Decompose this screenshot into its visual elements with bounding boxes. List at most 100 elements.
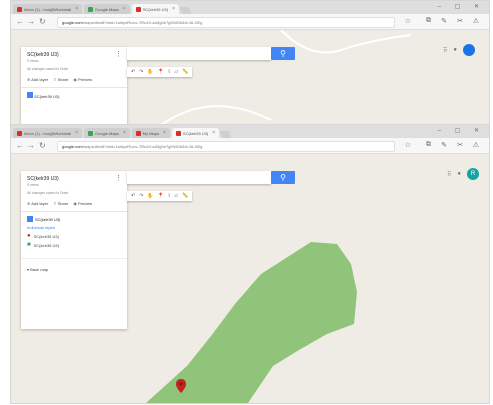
add-layer-label: Add layer [31,201,49,206]
share-button[interactable]: ⇪ Share [53,77,68,82]
tab-inbox[interactable]: Inbox (1) - hxxj@Workmail × [13,4,83,14]
tab-strip: Inbox (1) - hxxj@Workmail × Google Maps × … [11,1,489,14]
share-button[interactable]: ⇪ Share [53,201,68,206]
green-polygon-icon: ■ [27,242,31,248]
search-button[interactable]: ⚲ [271,171,295,184]
line-icon[interactable]: ⌇ [168,69,170,75]
undo-icon[interactable]: ↶ [131,193,135,199]
mymaps-icon [135,130,141,136]
window-controls[interactable]: – ▢ ✕ [438,3,485,10]
area-polygon[interactable] [146,242,357,403]
add-layer-button[interactable]: ⊕ Add layer [27,201,48,206]
add-layer-button[interactable]: ⊕ Add layer [27,77,48,82]
more-vert-icon[interactable]: ⋮ [115,51,122,58]
url-path: /maps/d/edit?mid=1w6yuRLmc-TRu4V-sA5g0e7… [82,20,203,25]
map-title[interactable]: SC(kelr39 U3) [21,171,127,183]
new-tab-button[interactable] [219,131,232,138]
layer-section: SC(kelr39 U3) [21,212,127,222]
extension-icon[interactable]: ⧉ [426,141,431,149]
window-controls[interactable]: – ▢ ✕ [438,127,485,134]
tools-icon[interactable]: ✂ [457,17,463,25]
back-icon[interactable]: ← [16,141,24,150]
hand-icon[interactable]: ✋ [147,193,153,199]
redo-icon[interactable]: ↷ [139,69,143,75]
preview-button[interactable]: ◉ Preview [73,201,92,206]
layer-title: SC(kelr39 U3) [35,216,61,222]
layer-peek[interactable]: SC(kelr39 U3) [21,88,127,99]
back-icon[interactable]: ← [16,17,24,26]
apps-grid-icon[interactable]: ⠿ [447,171,451,178]
alert-icon[interactable]: ⚠ [473,17,479,25]
layer-checkbox[interactable] [27,92,33,98]
shape-icon[interactable]: ▱ [174,69,178,75]
map-canvas[interactable]: SC(kelr39 U3) 0 views All changes saved … [11,30,489,125]
tab-google-maps[interactable]: Google Maps × [84,128,130,138]
maps-icon [88,130,94,136]
search-button[interactable]: ⚲ [271,47,295,60]
account-area: ⠿ ● [443,44,475,56]
shape-icon[interactable]: ▱ [174,193,178,199]
layer-checkbox[interactable] [27,216,33,222]
notifications-icon[interactable]: ● [457,171,461,177]
search-input[interactable] [127,47,271,60]
close-tab-icon[interactable]: × [172,6,175,12]
tab-my-maps[interactable]: My Maps × [131,128,170,138]
panel-actions: ⊕ Add layer ⇪ Share ◉ Preview [21,195,127,212]
notifications-icon[interactable]: ● [453,47,457,53]
base-map-toggle[interactable]: ▾ Base map [21,258,127,278]
new-tab-button[interactable] [179,7,192,14]
marker-icon[interactable]: 📍 [158,69,164,75]
reload-icon[interactable]: ↻ [39,141,46,150]
close-tab-icon[interactable]: × [163,130,166,136]
tab-mymap[interactable]: SC(kelr39 U3) × [171,128,220,138]
reload-icon[interactable]: ↻ [39,17,46,26]
alert-icon[interactable]: ⚠ [473,141,479,149]
measure-icon[interactable]: 📏 [182,69,188,75]
bookmark-icon[interactable]: ☆ [405,17,411,25]
pen-icon[interactable]: ✎ [441,141,447,149]
line-icon[interactable]: ⌇ [168,193,170,199]
gmail-icon [17,6,22,12]
url-host: google.com [62,20,83,25]
url-field[interactable]: google.com/maps/d/edit?mid=1w6yuRLmc-TRu… [57,17,395,28]
address-bar: ← → ↻ google.com/maps/d/edit?mid=1w6yuRL… [11,138,489,154]
measure-icon[interactable]: 📏 [182,193,188,199]
hand-icon[interactable]: ✋ [147,69,153,75]
extension-icon[interactable]: ⧉ [426,17,431,25]
close-tab-icon[interactable]: × [212,130,215,136]
tab-mymap[interactable]: SC(kelr39 U3) × [131,4,180,14]
marker-icon[interactable]: 📍 [158,193,164,199]
tools-icon[interactable]: ✂ [457,141,463,149]
avatar[interactable]: R [467,168,479,180]
tab-google-maps[interactable]: Google Maps × [84,4,130,14]
close-tab-icon[interactable]: × [123,130,126,136]
forward-icon[interactable]: → [27,141,35,150]
list-item[interactable]: ■ SC(kelr39 U3) [21,239,127,248]
apps-grid-icon[interactable]: ⠿ [443,47,447,54]
close-tab-icon[interactable]: × [75,130,78,136]
tab-inbox[interactable]: Inbox (1) - hxxj@Workmail × [13,128,83,138]
map-title[interactable]: SC(kelr39 U3) [21,47,127,59]
tab-label: Inbox (1) - hxxj@Workmail [24,6,72,12]
red-pin-icon: ● [27,233,31,239]
undo-icon[interactable]: ↶ [131,69,135,75]
preview-button[interactable]: ◉ Preview [73,77,92,82]
avatar[interactable] [463,44,475,56]
bookmark-icon[interactable]: ☆ [405,141,411,149]
url-field[interactable]: google.com/maps/d/edit?mid=1w6yuRLmc-TRu… [57,141,395,152]
close-tab-icon[interactable]: × [75,6,78,12]
list-item[interactable]: ● SC(kelr39 U3) [21,230,127,239]
search-icon: ⚲ [280,49,286,58]
preview-label: Preview [77,201,93,206]
search-input[interactable] [127,171,271,184]
pen-icon[interactable]: ✎ [441,17,447,25]
individual-styles-link[interactable]: Individual styles [21,222,127,230]
more-vert-icon[interactable]: ⋮ [115,175,122,182]
mymaps-icon [135,6,141,12]
close-tab-icon[interactable]: × [123,6,126,12]
account-area: ⠿ ● R [447,168,479,180]
map-canvas[interactable]: SC(kelr39 U3) 0 views All changes saved … [11,154,489,403]
maps-icon [88,6,94,12]
redo-icon[interactable]: ↷ [139,193,143,199]
forward-icon[interactable]: → [27,17,35,26]
